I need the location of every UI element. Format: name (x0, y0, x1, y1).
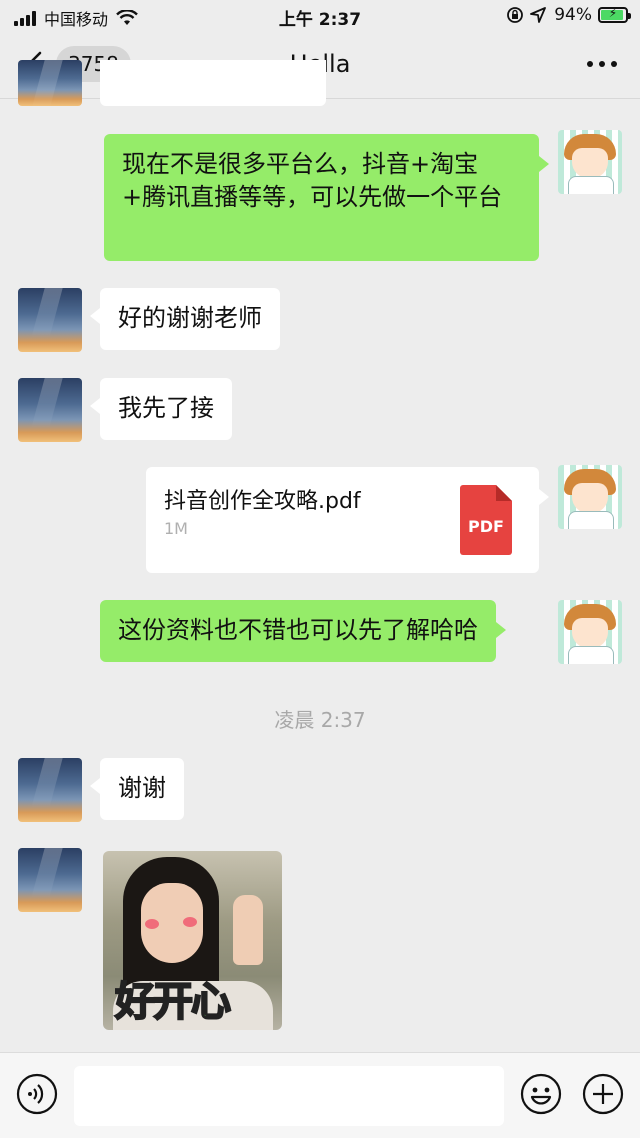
avatar[interactable] (18, 758, 82, 822)
message-bubble-self[interactable]: 这份资料也不错也可以先了解哈哈 (100, 600, 506, 662)
more-dots-icon[interactable] (584, 54, 620, 74)
sticker-image[interactable]: 好开心 (103, 851, 282, 1030)
message-text: 我先了接 (118, 394, 214, 422)
rotation-lock-icon (507, 7, 524, 23)
avatar[interactable] (18, 378, 82, 442)
sticker-caption: 好开心 (114, 978, 232, 1026)
message-text: 现在不是很多平台么，抖音+淘宝+腾讯直播等等，可以先做一个平台 (122, 150, 503, 211)
pdf-file-icon: PDF (460, 485, 512, 555)
chat-screen: 中国移动 上午 2:37 94% ⚡ 3758 现在不是很多平台么，抖音+淘宝+… (0, 0, 640, 1138)
message-input[interactable] (74, 1066, 504, 1126)
file-name: 抖音创作全攻略.pdf (164, 489, 361, 514)
file-message-card[interactable]: 抖音创作全攻略.pdf 1M PDF (146, 467, 549, 573)
message-bubble-other[interactable]: 好的谢谢老师 (90, 288, 280, 350)
avatar[interactable] (18, 848, 82, 912)
chat-input-bar (0, 1052, 640, 1138)
battery-charging-icon: ⚡ (598, 6, 631, 23)
message-text: 这份资料也不错也可以先了解哈哈 (118, 616, 478, 644)
location-icon (530, 7, 547, 23)
avatar[interactable] (18, 60, 82, 106)
battery-percent: 94% (554, 5, 592, 25)
message-bubble-other[interactable]: 我先了接 (90, 378, 232, 440)
avatar-self[interactable] (558, 600, 622, 664)
file-size: 1M (164, 519, 188, 538)
message-timestamp: 凌晨 2:37 (274, 708, 366, 732)
pdf-badge-label: PDF (468, 517, 504, 536)
emoji-icon[interactable] (520, 1073, 562, 1115)
voice-icon[interactable] (16, 1073, 58, 1115)
message-bubble-other[interactable]: 谢谢 (90, 758, 184, 820)
plus-circle-icon[interactable] (582, 1073, 624, 1115)
avatar-self[interactable] (558, 130, 622, 194)
status-right: 94% ⚡ (506, 5, 631, 25)
message-bubble-self[interactable]: 现在不是很多平台么，抖音+淘宝+腾讯直播等等，可以先做一个平台 (104, 134, 549, 261)
message-text: 好的谢谢老师 (118, 304, 262, 332)
avatar-self[interactable] (558, 465, 622, 529)
status-bar: 中国移动 上午 2:37 94% ⚡ (0, 0, 640, 32)
message-text: 谢谢 (118, 774, 166, 802)
message-bubble (100, 60, 326, 106)
avatar[interactable] (18, 288, 82, 352)
